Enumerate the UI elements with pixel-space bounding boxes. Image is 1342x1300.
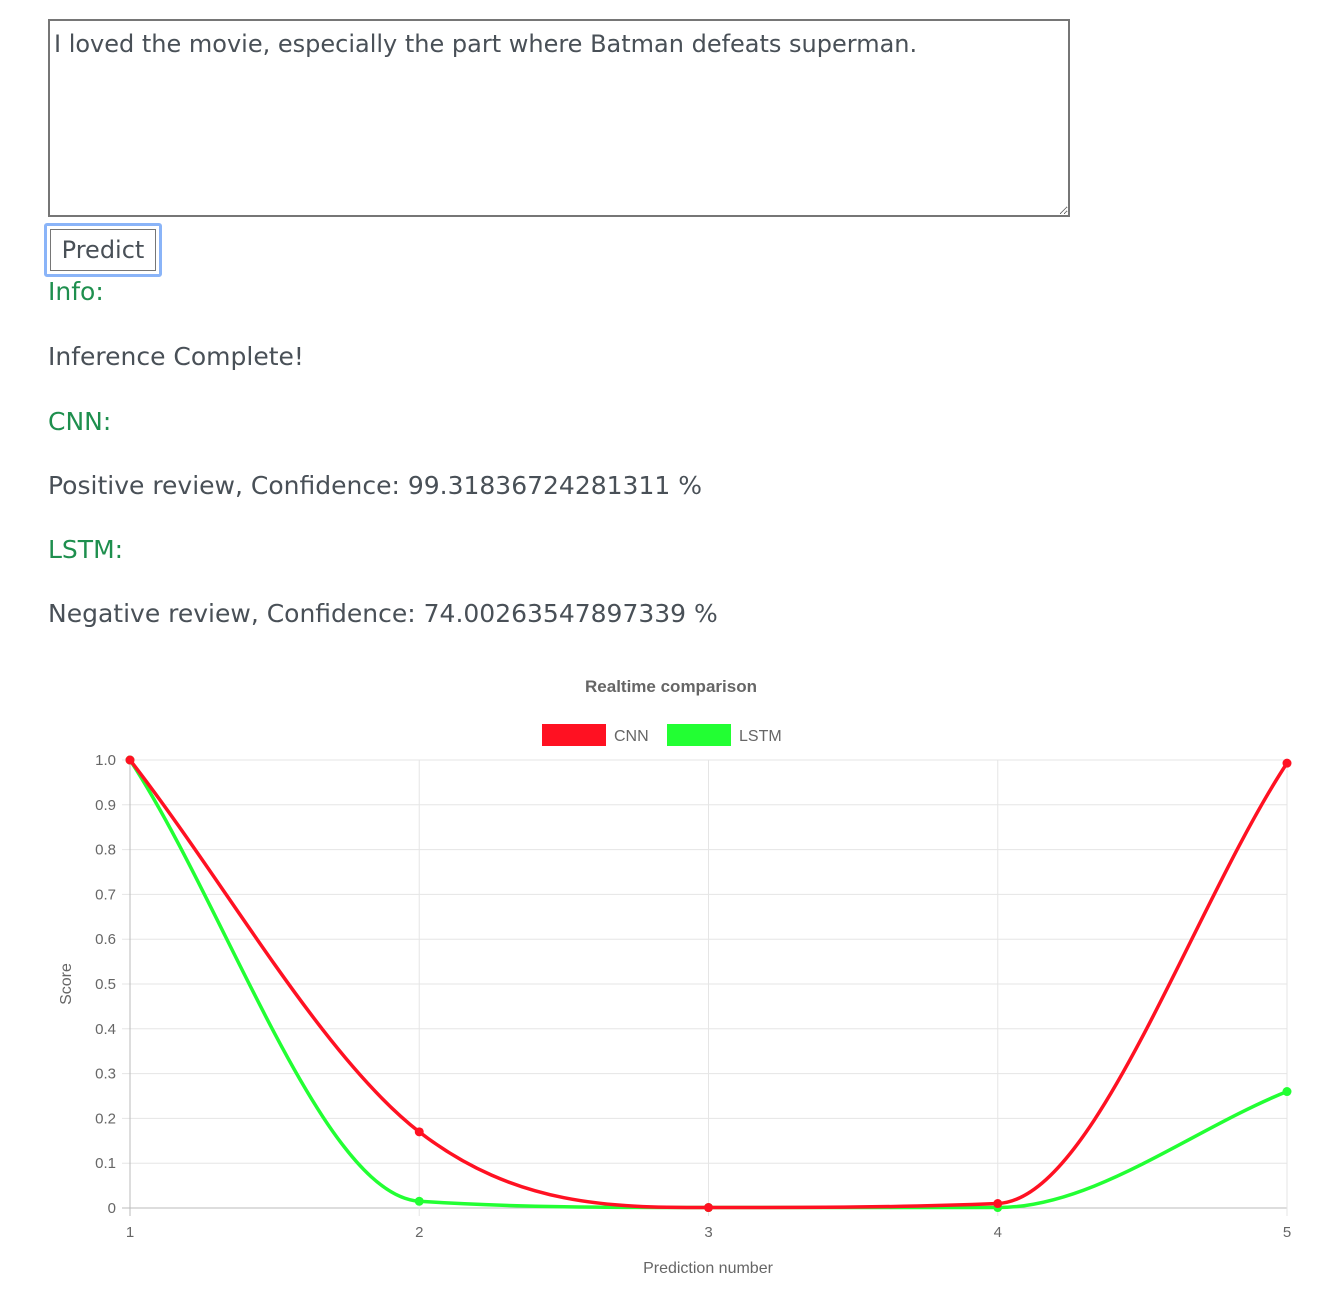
- lstm-label: LSTM:: [48, 535, 124, 564]
- info-label: Info:: [48, 277, 104, 306]
- lstm-data-point: [1282, 1087, 1292, 1097]
- y-tick-label: 0.5: [95, 976, 116, 993]
- y-tick-label: 0.4: [95, 1021, 116, 1038]
- x-tick-label: 2: [415, 1224, 423, 1241]
- review-input[interactable]: I loved the movie, especially the part w…: [48, 19, 1070, 217]
- y-tick-label: 0.9: [95, 797, 116, 814]
- chart-title: Realtime comparison: [585, 677, 757, 696]
- x-tick-label: 3: [704, 1224, 712, 1241]
- comparison-chart: Realtime comparison CNN LSTM 0 0.1 0.2 0.3 0.…: [0, 660, 1342, 1296]
- x-tick-label: 1: [126, 1224, 134, 1241]
- legend-label-cnn: CNN: [614, 728, 649, 745]
- info-value: Inference Complete!: [48, 342, 304, 371]
- legend-swatch-cnn: [542, 724, 606, 746]
- chart-legend[interactable]: CNN LSTM: [542, 724, 782, 746]
- cnn-label: CNN:: [48, 407, 112, 436]
- predict-button-label: Predict: [50, 229, 156, 271]
- legend-label-lstm: LSTM: [739, 728, 782, 745]
- cnn-data-point: [704, 1203, 713, 1213]
- cnn-data-point: [1282, 758, 1292, 768]
- legend-swatch-lstm: [667, 724, 731, 746]
- predict-button[interactable]: Predict: [44, 223, 162, 277]
- y-tick-label: 0.1: [95, 1155, 116, 1172]
- x-tick-label: 5: [1283, 1224, 1291, 1241]
- x-axis-label: Prediction number: [643, 1260, 774, 1277]
- lstm-result: Negative review, Confidence: 74.00263547…: [48, 599, 718, 628]
- x-tick-label: 4: [994, 1224, 1002, 1241]
- lstm-data-point: [414, 1196, 424, 1206]
- legend-item-cnn[interactable]: CNN: [542, 724, 649, 746]
- cnn-result: Positive review, Confidence: 99.31836724…: [48, 471, 702, 500]
- y-tick-label: 0.2: [95, 1110, 116, 1127]
- legend-item-lstm[interactable]: LSTM: [667, 724, 782, 746]
- y-tick-label: 1.0: [95, 752, 116, 769]
- y-tick-label: 0.8: [95, 842, 116, 859]
- cnn-data-point: [125, 755, 135, 765]
- y-tick-label: 0.3: [95, 1066, 116, 1083]
- cnn-data-point: [993, 1199, 1003, 1209]
- cnn-data-point: [414, 1127, 424, 1137]
- y-tick-label: 0.7: [95, 886, 116, 903]
- y-tick-label: 0.6: [95, 931, 116, 948]
- y-tick-label: 0: [108, 1200, 116, 1217]
- y-axis-label: Score: [58, 963, 75, 1005]
